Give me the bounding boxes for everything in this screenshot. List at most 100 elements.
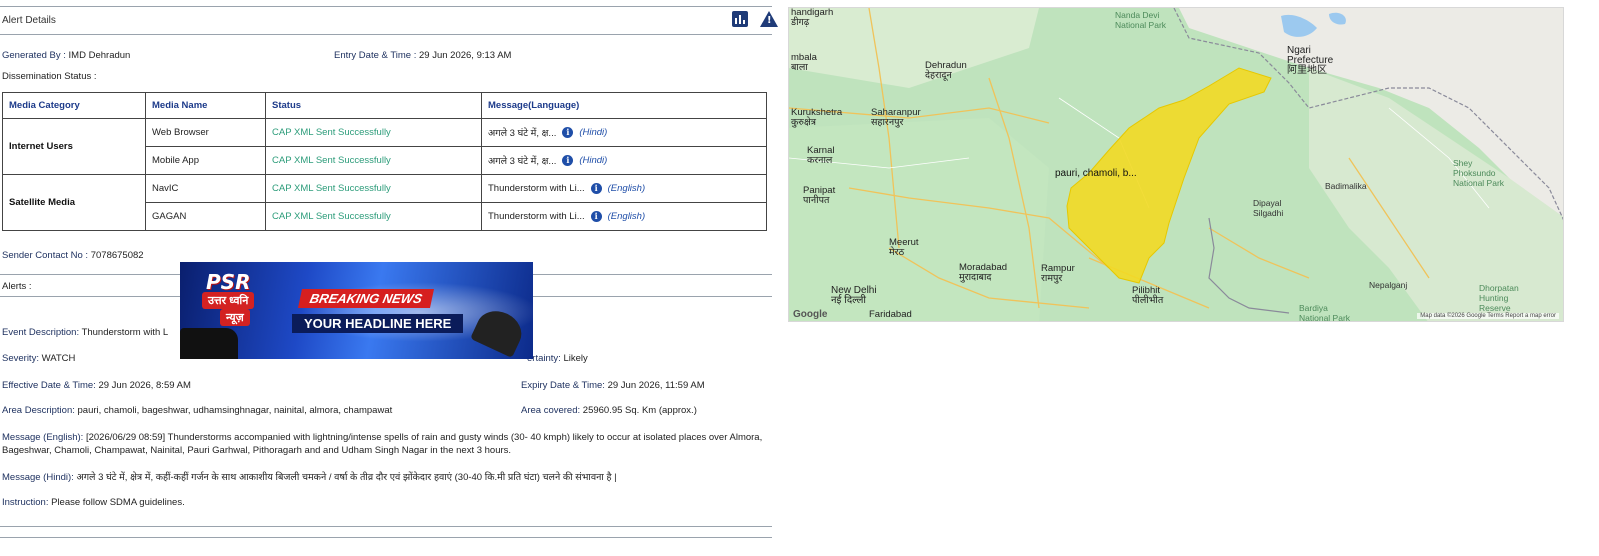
bar-chart-icon[interactable] <box>732 11 748 27</box>
title-divider <box>0 34 772 35</box>
entry-value: 29 Jun 2026, 9:13 AM <box>419 50 512 61</box>
area-description-value: pauri, chamoli, bageshwar, udhamsinghnag… <box>77 405 393 416</box>
column-header: Media Category <box>2 92 146 119</box>
generated-by-label: Generated By : <box>2 50 66 61</box>
status-text: CAP XML Sent Successfully <box>265 118 482 147</box>
message-cell: Thunderstorm with Li... i (English) <box>481 174 767 203</box>
media-name: NavIC <box>145 174 266 203</box>
info-icon[interactable]: i <box>590 183 602 194</box>
event-description: Event Description: Thunderstorm with L <box>2 327 168 338</box>
map-place-ngari: Ngari Prefecture 阿里地区 <box>1287 45 1334 76</box>
media-category: Internet Users <box>2 118 146 175</box>
map-place-shey: Shey Phoksundo National Park <box>1453 158 1505 188</box>
map-place-bardiya: Bardiya National Park <box>1299 303 1351 322</box>
bottom-divider-2 <box>0 537 772 538</box>
instruction-label: Instruction: <box>2 497 49 508</box>
map-place-pilibhit: Pilibhit पीलीभीत <box>1132 285 1164 306</box>
message-cell: अगले 3 घंटे में, क्ष... i (Hindi) <box>481 146 767 175</box>
media-name: Mobile App <box>145 146 266 175</box>
psr-logo: PSR <box>206 270 251 294</box>
table-row: Internet Users Web Browser CAP XML Sent … <box>2 118 767 175</box>
entry-label: Entry Date & Time : <box>334 50 417 61</box>
status-text: CAP XML Sent Successfully <box>265 146 482 175</box>
dissemination-label: Dissemination Status : <box>2 71 97 82</box>
expiry-value: 29 Jun 2026, 11:59 AM <box>607 380 705 391</box>
media-name: Web Browser <box>145 118 266 147</box>
instruction-value: Please follow SDMA guidelines. <box>51 497 185 508</box>
severity: Severity: WATCH <box>2 353 75 364</box>
language-link[interactable]: (Hindi) <box>579 127 607 138</box>
effective-value: 29 Jun 2026, 8:59 AM <box>98 380 191 391</box>
map-place-meerut: Meerut मेरठ <box>889 237 919 258</box>
sender-contact-value: 7078675082 <box>90 250 144 261</box>
google-logo: Google <box>793 309 828 320</box>
message-hindi-label: Message (Hindi): <box>2 472 74 483</box>
info-icon[interactable]: i <box>562 155 574 166</box>
alert-area-label: pauri, chamoli, b... <box>1055 168 1137 179</box>
psr-logo-line1: उत्तर ध्वनि <box>202 292 255 309</box>
map-place-kurukshetra: Kurukshetra कुरुक्षेत्र <box>791 107 843 128</box>
panel-title: Alert Details <box>2 15 56 26</box>
sender-contact-label: Sender Contact No : <box>2 250 89 261</box>
message-english: Message (English): [2026/06/29 08:59] Th… <box>2 431 772 457</box>
table-row: Satellite Media NavIC CAP XML Sent Succe… <box>2 174 767 231</box>
map-place-new-delhi: New Delhi नई दिल्ली <box>831 285 877 306</box>
info-icon[interactable]: i <box>590 211 602 222</box>
area-description-label: Area Description: <box>2 405 75 416</box>
map-place-chandigarh: handigarh डीगढ़ <box>791 7 834 28</box>
map-place-panipat: Panipat पानीपत <box>803 185 836 206</box>
breaking-news-label: BREAKING NEWS <box>297 289 434 308</box>
message-english-label: Message (English): <box>2 432 84 443</box>
column-header: Media Name <box>145 92 266 119</box>
map-place-faridabad: Faridabad <box>869 309 912 320</box>
expiry-label: Expiry Date & Time: <box>521 380 605 391</box>
alerts-label: Alerts : <box>2 281 32 292</box>
message-hindi-value: अगले 3 घंटे में, क्षेत्र में, कहीं-कहीं … <box>76 472 617 483</box>
language-link[interactable]: (English) <box>608 211 646 222</box>
column-header: Message(Language) <box>481 92 767 119</box>
column-header: Status <box>265 92 482 119</box>
area-covered-label: Area covered: <box>521 405 581 416</box>
panel-toolbar: ! <box>732 11 778 27</box>
message-cell: Thunderstorm with Li... i (English) <box>481 202 767 231</box>
dissemination-table: Media Category Media Name Status Message… <box>2 92 767 231</box>
sender-contact: Sender Contact No : 7078675082 <box>2 250 144 261</box>
status-text: CAP XML Sent Successfully <box>265 174 482 203</box>
breaking-news-banner: PSR उत्तर ध्वनि न्यूज़ BREAKING NEWS YOU… <box>180 262 533 359</box>
language-link[interactable]: (Hindi) <box>579 155 607 166</box>
info-icon[interactable]: i <box>562 127 574 138</box>
generated-by-value: IMD Dehradun <box>68 50 131 61</box>
area-covered-value: 25960.95 Sq. Km (approx.) <box>582 405 697 416</box>
media-name: GAGAN <box>145 202 266 231</box>
expiry-date-time: Expiry Date & Time: 29 Jun 2026, 11:59 A… <box>521 380 705 391</box>
message-text: अगले 3 घंटे में, क्ष... <box>488 128 557 139</box>
severity-label: Severity: <box>2 353 39 364</box>
entry-date-time: Entry Date & Time : 29 Jun 2026, 9:13 AM <box>334 50 511 61</box>
warning-icon[interactable]: ! <box>760 11 778 27</box>
table-header-row: Media Category Media Name Status Message… <box>2 92 767 119</box>
alert-area-map[interactable]: handigarh डीगढ़ mbala बाला Kurukshetra कुरु… <box>788 7 1564 322</box>
map-place-rampur: Rampur रामपुर <box>1041 263 1075 284</box>
map-place-moradabad: Moradabad मुरादाबाद <box>959 262 1008 283</box>
message-english-value: [2026/06/29 08:59] Thunderstorms accompa… <box>2 432 763 456</box>
alert-details-panel: Alert Details ! Generated By : IMD Dehra… <box>0 0 790 556</box>
message-text: Thunderstorm with Li... <box>488 211 585 222</box>
certainty: ertainty: Likely <box>527 353 588 364</box>
language-link[interactable]: (English) <box>608 183 646 194</box>
map-place-nanda-devi: Nanda Devi National Park <box>1115 10 1167 30</box>
map-place-dehradun: Dehradun देहरादून <box>925 60 967 81</box>
message-text: अगले 3 घंटे में, क्ष... <box>488 156 557 167</box>
severity-value: WATCH <box>41 353 76 364</box>
map-place-dipayal: Dipayal Silgadhi <box>1253 198 1284 218</box>
status-text: CAP XML Sent Successfully <box>265 202 482 231</box>
message-hindi: Message (Hindi): अगले 3 घंटे में, क्षेत्… <box>2 470 617 483</box>
map-place-nepalganj: Nepalganj <box>1369 280 1408 290</box>
bottom-divider <box>0 526 772 527</box>
psr-logo-line2: न्यूज़ <box>220 309 250 326</box>
map-place-saharanpur: Saharanpur सहारनपुर <box>871 107 921 128</box>
area-covered: Area covered: 25960.95 Sq. Km (approx.) <box>521 405 697 416</box>
map-terrain <box>789 8 1563 321</box>
map-attribution[interactable]: Map data ©2026 Google Terms Report a map… <box>1417 313 1559 319</box>
message-text: Thunderstorm with Li... <box>488 183 585 194</box>
map-place-badimalika: Badimalika <box>1325 181 1367 191</box>
